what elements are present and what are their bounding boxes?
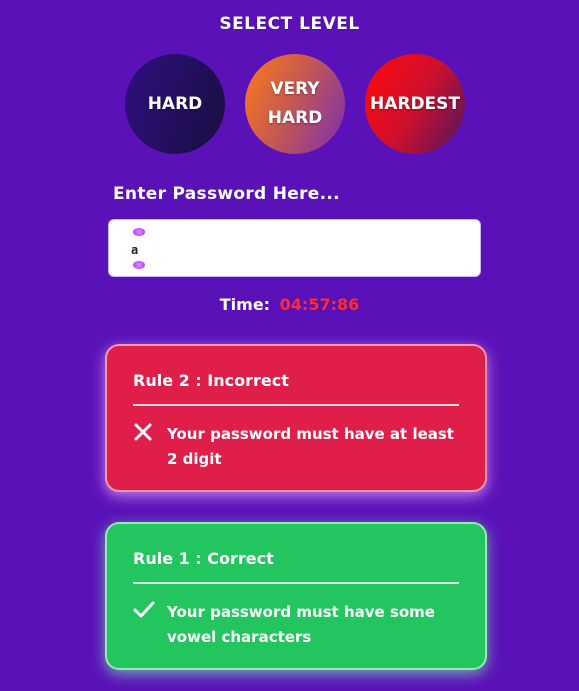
rule-body: Your password must have some vowel chara… xyxy=(133,600,459,650)
rule-title: Rule 1 : Correct xyxy=(133,549,274,568)
rule-card-incorrect: Rule 2 : Incorrect Your password must ha… xyxy=(105,344,487,492)
rule-text: Your password must have at least 2 digit xyxy=(167,425,454,468)
select-level-title: SELECT LEVEL xyxy=(219,14,360,34)
level-hard-label: HARD xyxy=(147,93,203,114)
level-very-hard-button[interactable]: VERY HARD xyxy=(245,54,345,154)
caret-top-handle[interactable] xyxy=(133,228,145,236)
password-label: Enter Password Here... xyxy=(113,184,340,204)
caret-bottom-handle[interactable] xyxy=(133,261,145,269)
level-hard-button[interactable]: HARD xyxy=(125,54,225,154)
level-hardest-label: HARDEST xyxy=(369,93,461,114)
level-selector: HARD VERY HARD HARDEST xyxy=(0,54,579,156)
timer-label: Time: xyxy=(219,295,271,314)
password-value: a xyxy=(131,243,139,257)
rule-title: Rule 2 : Incorrect xyxy=(133,371,289,390)
level-hardest-button[interactable]: HARDEST xyxy=(365,54,465,154)
check-icon xyxy=(133,600,155,623)
close-icon xyxy=(133,422,153,445)
rule-body: Your password must have at least 2 digit xyxy=(133,422,459,472)
level-very-hard-label: VERY HARD xyxy=(267,79,323,128)
rule-divider xyxy=(133,404,459,406)
rule-divider xyxy=(133,582,459,584)
rule-text: Your password must have some vowel chara… xyxy=(167,603,435,646)
rule-card-correct: Rule 1 : Correct Your password must have… xyxy=(105,522,487,670)
password-input[interactable]: a xyxy=(108,219,481,277)
timer-value: 04:57:86 xyxy=(279,295,360,314)
timer: Time: 04:57:86 xyxy=(0,295,579,314)
